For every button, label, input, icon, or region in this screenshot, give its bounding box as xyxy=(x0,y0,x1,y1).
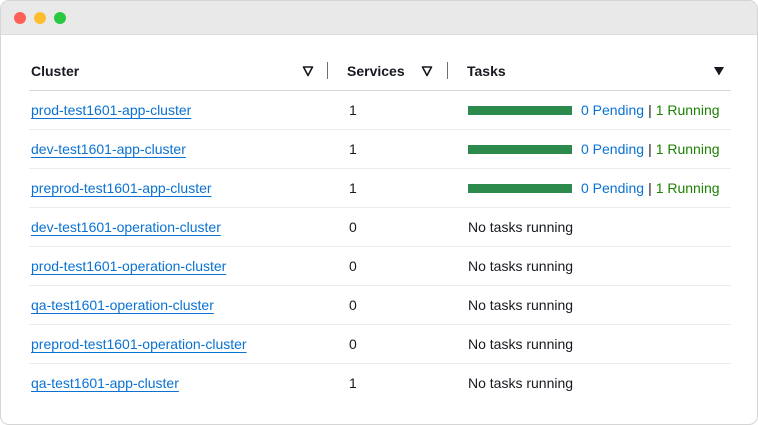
close-window-icon[interactable] xyxy=(14,12,26,24)
cell-tasks: No tasks running xyxy=(468,286,573,324)
pending-tasks-link[interactable]: 0 Pending xyxy=(581,141,644,157)
pending-tasks-link[interactable]: 0 Pending xyxy=(581,102,644,118)
table-row: preprod-test1601-app-cluster 1 0 Pending | 1… xyxy=(29,169,731,208)
cell-cluster: dev-test1601-app-cluster xyxy=(31,130,186,168)
cluster-name-link[interactable]: qa-test1601-operation-cluster xyxy=(31,297,214,313)
tasks-separator: | xyxy=(648,102,652,118)
cluster-name-link[interactable]: prod-test1601-operation-cluster xyxy=(31,258,226,274)
cell-services: 1 xyxy=(349,375,357,391)
cluster-name-link[interactable]: qa-test1601-app-cluster xyxy=(31,375,179,391)
no-tasks-text: No tasks running xyxy=(468,258,574,274)
cell-services: 1 xyxy=(349,180,357,196)
cluster-name-link[interactable]: dev-test1601-operation-cluster xyxy=(31,219,221,235)
cell-tasks: No tasks running xyxy=(468,325,573,363)
cell-tasks: No tasks running xyxy=(468,208,573,246)
no-tasks-text: No tasks running xyxy=(468,297,574,313)
caret-down-filled-icon[interactable] xyxy=(713,65,725,77)
cell-tasks: 0 Pending | 1 Running xyxy=(468,130,720,168)
cell-tasks: No tasks running xyxy=(468,247,573,285)
no-tasks-text: No tasks running xyxy=(468,336,574,352)
cluster-name-link[interactable]: prod-test1601-app-cluster xyxy=(31,102,191,118)
column-header-tasks[interactable]: Tasks xyxy=(467,52,731,90)
table-row: dev-test1601-operation-cluster 0 No tasks … xyxy=(29,208,731,247)
cell-services: 1 xyxy=(349,141,357,157)
table-row: dev-test1601-app-cluster 1 0 Pending | 1 Run… xyxy=(29,130,731,169)
tasks-progress-bar xyxy=(468,144,572,154)
app-window: Cluster Services Tasks prod-test1601-app… xyxy=(0,0,758,425)
filter-triangle-outline-icon[interactable] xyxy=(302,65,314,77)
table-header: Cluster Services Tasks xyxy=(29,52,731,91)
cell-services: 0 xyxy=(349,336,357,352)
column-header-cluster[interactable]: Cluster xyxy=(31,52,321,90)
cell-cluster: preprod-test1601-operation-cluster xyxy=(31,325,247,363)
cell-cluster: preprod-test1601-app-cluster xyxy=(31,169,212,207)
cell-cluster: qa-test1601-operation-cluster xyxy=(31,286,214,324)
no-tasks-text: No tasks running xyxy=(468,375,574,391)
cell-services: 0 xyxy=(349,219,357,235)
table-row: prod-test1601-operation-cluster 0 No tasks… xyxy=(29,247,731,286)
cell-cluster: prod-test1601-operation-cluster xyxy=(31,247,226,285)
tasks-progress-bar xyxy=(468,183,572,193)
table-row: prod-test1601-app-cluster 1 0 Pending | 1 Ru… xyxy=(29,91,731,130)
cell-tasks: No tasks running xyxy=(468,364,573,402)
tasks-separator: | xyxy=(648,141,652,157)
running-tasks-count: 1 Running xyxy=(655,102,720,118)
cell-tasks: 0 Pending | 1 Running xyxy=(468,169,720,207)
running-tasks-count: 1 Running xyxy=(655,141,720,157)
cell-cluster: dev-test1601-operation-cluster xyxy=(31,208,221,246)
clusters-table: Cluster Services Tasks prod-test1601-app… xyxy=(29,52,731,402)
cell-tasks: 0 Pending | 1 Running xyxy=(468,91,720,129)
column-header-services[interactable]: Services xyxy=(347,52,455,90)
filter-triangle-outline-icon[interactable] xyxy=(421,65,433,77)
cell-cluster: prod-test1601-app-cluster xyxy=(31,91,191,129)
column-divider[interactable] xyxy=(447,62,448,79)
cell-services: 0 xyxy=(349,297,357,313)
cell-cluster: qa-test1601-app-cluster xyxy=(31,364,179,402)
cluster-name-link[interactable]: dev-test1601-app-cluster xyxy=(31,141,186,157)
cell-services: 1 xyxy=(349,102,357,118)
table-body: prod-test1601-app-cluster 1 0 Pending | 1 Ru… xyxy=(29,91,731,402)
cluster-name-link[interactable]: preprod-test1601-operation-cluster xyxy=(31,336,247,352)
cluster-name-link[interactable]: preprod-test1601-app-cluster xyxy=(31,180,212,196)
minimize-window-icon[interactable] xyxy=(34,12,46,24)
table-row: preprod-test1601-operation-cluster 0 No ta… xyxy=(29,325,731,364)
table-row: qa-test1601-operation-cluster 0 No tasks r… xyxy=(29,286,731,325)
tasks-progress-bar xyxy=(468,105,572,115)
tasks-separator: | xyxy=(648,180,652,196)
maximize-window-icon[interactable] xyxy=(54,12,66,24)
no-tasks-text: No tasks running xyxy=(468,219,574,235)
table-row: qa-test1601-app-cluster 1 No tasks running xyxy=(29,364,731,402)
cell-services: 0 xyxy=(349,258,357,274)
pending-tasks-link[interactable]: 0 Pending xyxy=(581,180,644,196)
column-divider[interactable] xyxy=(327,62,328,79)
window-titlebar xyxy=(1,1,757,35)
running-tasks-count: 1 Running xyxy=(655,180,720,196)
